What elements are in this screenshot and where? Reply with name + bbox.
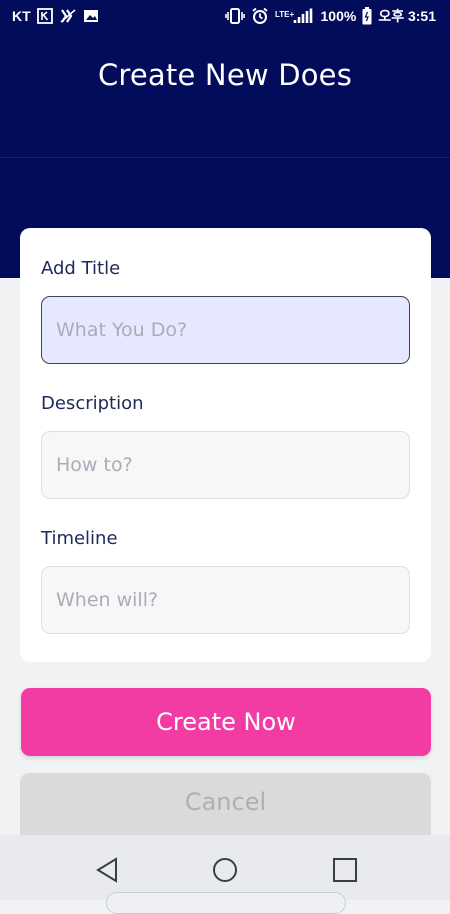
timeline-field-label: Timeline xyxy=(41,528,118,549)
title-input[interactable] xyxy=(41,296,410,364)
lte-signal-icon: LTE+ xyxy=(275,7,315,25)
page-title: Create New Does xyxy=(97,58,353,92)
svg-text:LTE+: LTE+ xyxy=(275,10,295,19)
image-icon xyxy=(83,7,99,25)
description-field-label: Description xyxy=(41,393,144,414)
status-time: 오후 3:51 xyxy=(378,8,436,24)
home-circle-icon[interactable] xyxy=(210,855,240,885)
status-bar-left: KT xyxy=(12,7,99,25)
status-bar: KT LTE+ 100% 오후 3:51 xyxy=(0,0,450,32)
create-form-card: Add Title Description Timeline xyxy=(20,228,431,662)
header-divider xyxy=(0,157,450,158)
alarm-icon xyxy=(251,7,269,25)
battery-percent: 100% xyxy=(320,8,357,24)
kakao-k-icon xyxy=(36,7,53,25)
title-field-label: Add Title xyxy=(41,258,121,279)
back-triangle-icon[interactable] xyxy=(92,855,122,885)
status-bar-right: LTE+ 100% 오후 3:51 xyxy=(224,6,436,26)
android-nav-bar xyxy=(0,835,450,914)
cancel-button[interactable]: Cancel xyxy=(20,773,431,835)
battery-icon xyxy=(362,7,372,25)
description-input[interactable] xyxy=(41,431,410,499)
carrier-label: KT xyxy=(12,8,31,24)
no-signal-icon xyxy=(59,7,77,25)
recents-square-icon[interactable] xyxy=(330,855,360,885)
gesture-pill[interactable] xyxy=(106,892,346,914)
create-now-button[interactable]: Create Now xyxy=(21,688,431,756)
vibrate-icon xyxy=(224,7,245,25)
timeline-input[interactable] xyxy=(41,566,410,634)
